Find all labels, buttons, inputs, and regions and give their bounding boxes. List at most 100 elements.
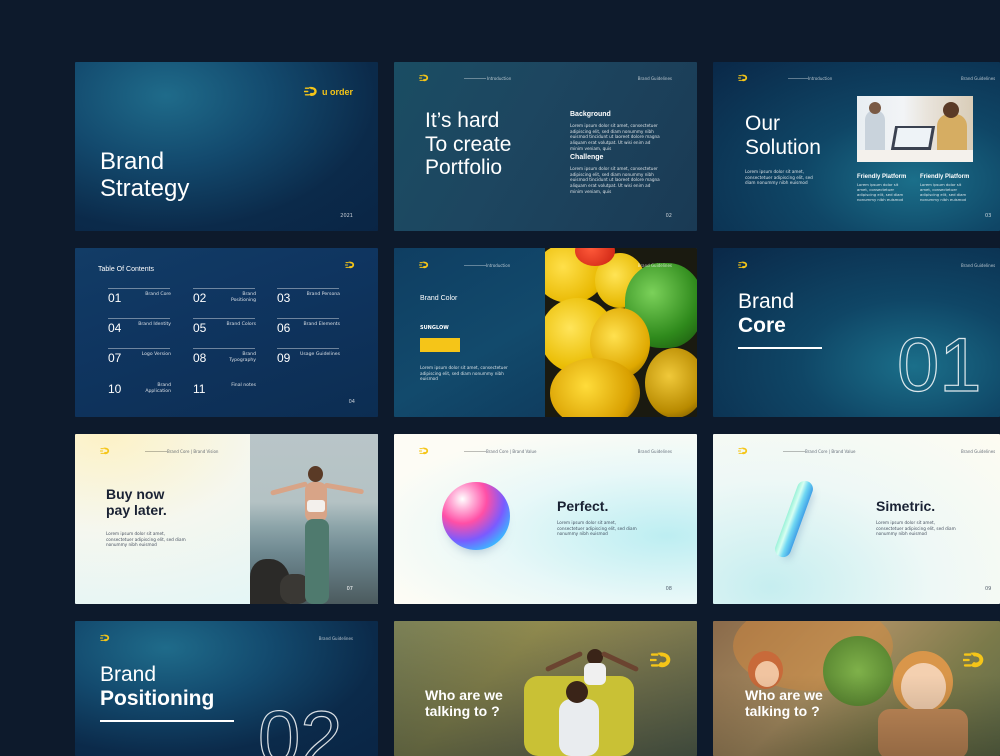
- logo-icon: [304, 86, 318, 97]
- logo-icon: [100, 447, 110, 455]
- slide-buy-now[interactable]: Brand Core | Brand Vision Buy now pay lat…: [75, 434, 378, 604]
- slide-simetric[interactable]: Brand Core | Brand Value Brand Guideline…: [713, 434, 1000, 604]
- color-text: Lorem ipsum dolor sit amet, consectetuer…: [420, 365, 508, 382]
- logo-icon: [738, 447, 748, 455]
- toc-divider: [193, 348, 255, 349]
- page-number: 09: [985, 586, 992, 592]
- slide-our-solution[interactable]: Introduction Brand Guidelines Our Solutio…: [713, 62, 1000, 231]
- guide-label: Brand Guidelines: [318, 636, 353, 641]
- logo-icon: [419, 447, 429, 455]
- logo-icon: [100, 634, 110, 642]
- section-label: Brand Core | Brand Value: [486, 449, 537, 454]
- toc-item-label[interactable]: Brand Elements: [300, 322, 340, 328]
- page-number: 04: [348, 399, 355, 405]
- toc-item-label[interactable]: Usage Guidelines: [300, 352, 340, 358]
- peppers-photo: [545, 248, 697, 417]
- toc-item-number: 01: [108, 291, 122, 305]
- section-number: 01: [896, 323, 982, 408]
- slide-audience-kids[interactable]: Who are we talking to ?: [713, 621, 1000, 756]
- cylinder-graphic: [772, 478, 816, 560]
- column-1-text: Lorem ipsum dolor sit amet, consectetuer…: [857, 182, 904, 203]
- color-name: SUNGLOW: [420, 325, 449, 331]
- challenge-heading: Challenge: [570, 154, 604, 161]
- slide-text: Lorem ipsum dolor sit amet, consectetuer…: [557, 520, 637, 537]
- page-number: 07: [346, 586, 353, 592]
- slide-title: Brand Positioning: [100, 663, 215, 710]
- slide-perfect[interactable]: Brand Core | Brand Value Brand Guideline…: [394, 434, 697, 604]
- page-number: 08: [665, 586, 672, 592]
- guide-label: Brand Guidelines: [637, 76, 672, 81]
- toc-item-number: 07: [108, 351, 122, 365]
- toc-item-number: 04: [108, 321, 122, 335]
- guide-label: Brand Guidelines: [637, 449, 672, 454]
- toc-item-label[interactable]: Brand Persona: [300, 292, 340, 298]
- logo-text: u order: [321, 86, 353, 97]
- toc-item-number: 11: [193, 382, 206, 396]
- slide-title: It’s hard To create Portfolio: [425, 109, 512, 180]
- solution-text: Lorem ipsum dolor sit amet, consectetuer…: [745, 169, 813, 186]
- background-heading: Background: [570, 111, 611, 118]
- toc-item-number: 02: [193, 291, 207, 305]
- page-number: 03: [985, 213, 992, 219]
- slide-table-of-contents[interactable]: Table Of Contents 01 Brand Core 02 Brand Po…: [75, 248, 378, 417]
- slide-title: Buy now pay later.: [106, 486, 167, 518]
- background-text: Lorem ipsum dolor sit amet, consectetuer…: [570, 123, 660, 151]
- column-1-heading: Friendly Platform: [857, 174, 907, 180]
- logo-icon: [419, 74, 429, 82]
- toc-item-label[interactable]: Brand Typography: [216, 352, 256, 364]
- logo-icon: [345, 261, 355, 269]
- slide-portfolio[interactable]: Introduction Brand Guidelines It’s hard T…: [394, 62, 697, 231]
- column-2-text: Lorem ipsum dolor sit amet, consectetuer…: [920, 182, 967, 203]
- toc-item-number: 10: [108, 382, 122, 396]
- slide-heading: Brand Color: [420, 295, 458, 302]
- toc-item-label[interactable]: Brand Positioning: [216, 292, 256, 304]
- page-number: 02: [665, 213, 672, 219]
- toc-divider: [193, 318, 255, 319]
- slide-title: Simetric.: [876, 498, 936, 514]
- logo-icon: [419, 261, 429, 269]
- section-label: Introduction: [808, 76, 833, 81]
- toc-item-label[interactable]: Brand Colors: [216, 322, 256, 328]
- slide-text: Lorem ipsum dolor sit amet, consectetuer…: [106, 531, 186, 548]
- logo: u order: [304, 86, 353, 97]
- slide-title: Brand Core: [738, 290, 795, 337]
- section-label: Brand Core | Brand Value: [805, 449, 856, 454]
- logo-icon: [650, 651, 672, 669]
- guide-label: Brand Guidelines: [961, 76, 996, 81]
- section-number: 02: [257, 696, 343, 756]
- color-swatch: [420, 338, 460, 352]
- slide-title: Who are we talking to ?: [425, 687, 503, 719]
- toc-item-number: 09: [277, 351, 291, 365]
- toc-divider: [277, 348, 339, 349]
- toc-divider: [277, 318, 339, 319]
- toc-item-label[interactable]: Logo Version: [131, 352, 171, 358]
- slide-text: Lorem ipsum dolor sit amet, consectetuer…: [876, 520, 956, 537]
- slide-title: Who are we talking to ?: [745, 687, 823, 719]
- toc-divider: [108, 318, 170, 319]
- section-label: Introduction: [487, 76, 512, 81]
- slide-year: 2021: [340, 213, 353, 219]
- section-label: Brand Core | Brand Vision: [167, 449, 219, 454]
- logo-icon: [963, 651, 985, 669]
- toc-item-label[interactable]: Brand Core: [131, 292, 171, 298]
- column-2-heading: Friendly Platform: [920, 174, 970, 180]
- sphere-graphic: [442, 482, 510, 550]
- section-label: Introduction: [486, 263, 511, 268]
- slide-brand-core[interactable]: Brand Guidelines Brand Core 01: [713, 248, 1000, 417]
- slide-brand-color[interactable]: Introduction Brand Color SUNGLOW Lorem i…: [394, 248, 697, 417]
- guide-label: Brand Guidelines: [961, 449, 996, 454]
- toc-item-number: 06: [277, 321, 291, 335]
- slide-brand-strategy[interactable]: u order Brand Strategy 2021: [75, 62, 378, 231]
- toc-divider: [193, 288, 255, 289]
- slide-title: Perfect.: [557, 498, 609, 514]
- toc-item-label[interactable]: Brand Identity: [131, 322, 171, 328]
- meeting-photo: [857, 96, 973, 162]
- challenge-text: Lorem ipsum dolor sit amet, consectetuer…: [570, 166, 660, 194]
- toc-title: Table Of Contents: [98, 266, 155, 273]
- toc-divider: [277, 288, 339, 289]
- logo-icon: [738, 74, 748, 82]
- slide-audience-family[interactable]: Who are we talking to ?: [394, 621, 697, 756]
- toc-item-label[interactable]: Brand Application: [131, 383, 171, 395]
- slide-brand-positioning[interactable]: Brand Guidelines Brand Positioning 02: [75, 621, 378, 756]
- toc-item-label[interactable]: Final notes: [216, 383, 256, 389]
